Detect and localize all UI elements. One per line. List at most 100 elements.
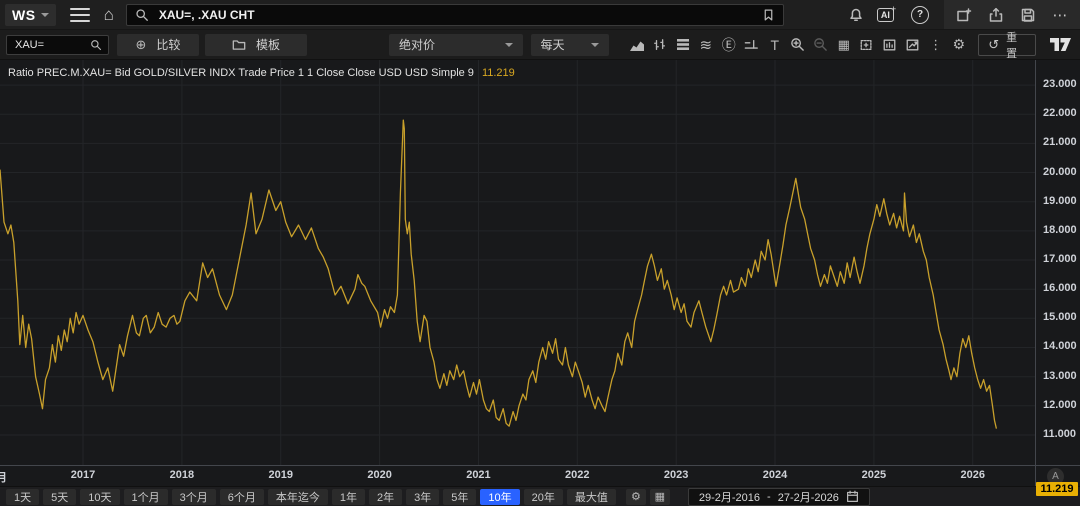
kebab-menu-icon[interactable]: ⋮ xyxy=(924,33,947,57)
symbol-input[interactable] xyxy=(13,38,90,52)
layers-icon[interactable] xyxy=(671,33,694,57)
calendar-icon xyxy=(846,490,859,503)
search-input[interactable] xyxy=(157,7,754,23)
range-toolbar: 1天5天10天1个月3个月6个月本年迄今1年2年3年5年10年20年最大值 ⚙ … xyxy=(0,486,1080,506)
chart-tools-strip: ≋ Ⓔ T ▦ ⋮ ⚙ xyxy=(625,33,970,57)
app-logo: WS xyxy=(12,7,36,23)
y-tick-label: 15.000 xyxy=(1043,311,1077,323)
more-options-icon[interactable]: ⋯ xyxy=(1044,0,1076,29)
measure-tool-icon[interactable] xyxy=(740,33,763,57)
tradingview-logo-icon[interactable] xyxy=(1050,38,1072,51)
waves-overlay-icon[interactable]: ≋ xyxy=(694,33,717,57)
range-button-20年[interactable]: 20年 xyxy=(524,489,563,505)
date-to: 27-2月-2026 xyxy=(778,489,839,505)
range-button-5天[interactable]: 5天 xyxy=(43,489,76,505)
chart-region: Ratio PREC.M.XAU= Bid GOLD/SILVER INDX T… xyxy=(0,60,1080,465)
y-tick-label: 12.000 xyxy=(1043,399,1077,411)
date-range-picker[interactable]: 29-2月-2016 - 27-2月-2026 xyxy=(688,488,870,506)
y-tick-label: 11.000 xyxy=(1043,428,1076,440)
chart-toolbar: ⊕ 比较 模板 绝对价 每天 ≋ Ⓔ xyxy=(0,30,1080,60)
y-tick-label: 22.000 xyxy=(1043,107,1077,119)
window-actions-group: ⋯ xyxy=(944,0,1080,29)
area-chart-icon[interactable] xyxy=(625,33,648,57)
y-tick-label: 19.000 xyxy=(1043,195,1077,207)
interval-dropdown[interactable]: 每天 xyxy=(531,34,610,56)
plot-area[interactable]: Ratio PREC.M.XAU= Bid GOLD/SILVER INDX T… xyxy=(0,60,1035,465)
symbol-input-box[interactable] xyxy=(6,35,109,55)
last-price-label: 11.219 xyxy=(1036,482,1078,496)
range-button-1年[interactable]: 1年 xyxy=(332,489,365,505)
x-tick-label: 2022 xyxy=(565,469,589,481)
template-button[interactable]: 模板 xyxy=(205,34,307,56)
global-search[interactable] xyxy=(126,4,784,26)
x-tick-label: 2019 xyxy=(268,469,292,481)
folder-icon xyxy=(232,38,246,51)
panel-grid-icon[interactable]: ▦ xyxy=(650,489,670,505)
chevron-down-icon xyxy=(41,13,49,17)
save-icon[interactable] xyxy=(1012,0,1044,29)
reset-icon: ↺ xyxy=(988,37,999,53)
help-icon[interactable]: ? xyxy=(904,0,936,29)
bookmark-icon[interactable] xyxy=(762,8,775,22)
range-button-3个月[interactable]: 3个月 xyxy=(172,489,216,505)
legend-last-value: 11.219 xyxy=(482,67,515,79)
grid-layout-icon[interactable]: ▦ xyxy=(832,33,855,57)
settings-gear-icon[interactable]: ⚙ xyxy=(947,33,970,57)
x-tick-label: 2020 xyxy=(367,469,391,481)
range-button-最大值[interactable]: 最大值 xyxy=(567,489,616,505)
y-tick-label: 16.000 xyxy=(1043,282,1077,294)
range-button-1个月[interactable]: 1个月 xyxy=(124,489,168,505)
text-tool-icon[interactable]: T xyxy=(763,33,786,57)
x-tick-label: 2021 xyxy=(466,469,490,481)
range-button-3年[interactable]: 3年 xyxy=(406,489,439,505)
chart-canvas xyxy=(0,60,1035,465)
compare-button[interactable]: ⊕ 比较 xyxy=(117,34,199,56)
range-button-5年[interactable]: 5年 xyxy=(443,489,476,505)
share-export-icon[interactable] xyxy=(980,0,1012,29)
search-icon xyxy=(135,8,149,22)
range-settings-gear-icon[interactable]: ⚙ xyxy=(626,489,646,505)
app-menu-button[interactable]: WS xyxy=(5,4,56,26)
chart-legend[interactable]: Ratio PREC.M.XAU= Bid GOLD/SILVER INDX T… xyxy=(8,67,515,79)
y-tick-label: 13.000 xyxy=(1043,370,1077,382)
y-tick-label: 14.000 xyxy=(1043,340,1077,352)
chevron-down-icon xyxy=(505,43,513,47)
zoom-out-icon[interactable] xyxy=(809,33,832,57)
y-tick-label: 23.000 xyxy=(1043,78,1077,90)
ai-assistant-icon[interactable]: AI+ xyxy=(872,0,904,29)
range-button-2年[interactable]: 2年 xyxy=(369,489,402,505)
range-button-本年迄今[interactable]: 本年迄今 xyxy=(268,489,328,505)
chart-export-icon[interactable] xyxy=(901,33,924,57)
range-button-1天[interactable]: 1天 xyxy=(6,489,39,505)
zoom-in-icon[interactable] xyxy=(786,33,809,57)
x-tick-label: 2017 xyxy=(71,469,95,481)
topbar-right-icons: AI+ ? ⋯ xyxy=(840,0,1080,29)
x-axis[interactable]: 月201720182019202020212022202320242025202… xyxy=(0,465,1080,486)
range-buttons: 1天5天10天 1个月3个月6个月本年迄今1年2年3年5年10年 20年最大值 xyxy=(6,489,616,505)
top-bar: WS ⌂ AI+ ? xyxy=(0,0,1080,30)
y-tick-label: 20.000 xyxy=(1043,166,1077,178)
chart-panel-icon[interactable] xyxy=(878,33,901,57)
search-icon xyxy=(90,39,102,51)
snapshot-icon[interactable] xyxy=(855,33,878,57)
new-window-icon[interactable] xyxy=(948,0,980,29)
menu-icon[interactable] xyxy=(70,8,90,22)
reset-button[interactable]: ↺ 重置 xyxy=(978,34,1036,56)
x-tick-label: 2023 xyxy=(664,469,688,481)
range-button-6个月[interactable]: 6个月 xyxy=(220,489,264,505)
bar-chart-icon[interactable] xyxy=(648,33,671,57)
events-icon[interactable]: Ⓔ xyxy=(717,33,740,57)
notifications-bell-icon[interactable] xyxy=(840,0,872,29)
chevron-down-icon xyxy=(591,43,599,47)
range-button-10天[interactable]: 10天 xyxy=(80,489,119,505)
price-mode-dropdown[interactable]: 绝对价 xyxy=(389,34,523,56)
y-tick-label: 17.000 xyxy=(1043,253,1077,265)
date-separator: - xyxy=(767,491,771,503)
date-from: 29-2月-2016 xyxy=(699,489,760,505)
x-tick-label: 2026 xyxy=(960,469,984,481)
y-axis[interactable]: 23.00022.00021.00020.00019.00018.00017.0… xyxy=(1035,60,1080,465)
range-button-10年[interactable]: 10年 xyxy=(480,489,519,505)
home-icon[interactable]: ⌂ xyxy=(104,6,114,23)
workspace-window: WS ⌂ AI+ ? xyxy=(0,0,1080,506)
y-tick-label: 18.000 xyxy=(1043,224,1077,236)
